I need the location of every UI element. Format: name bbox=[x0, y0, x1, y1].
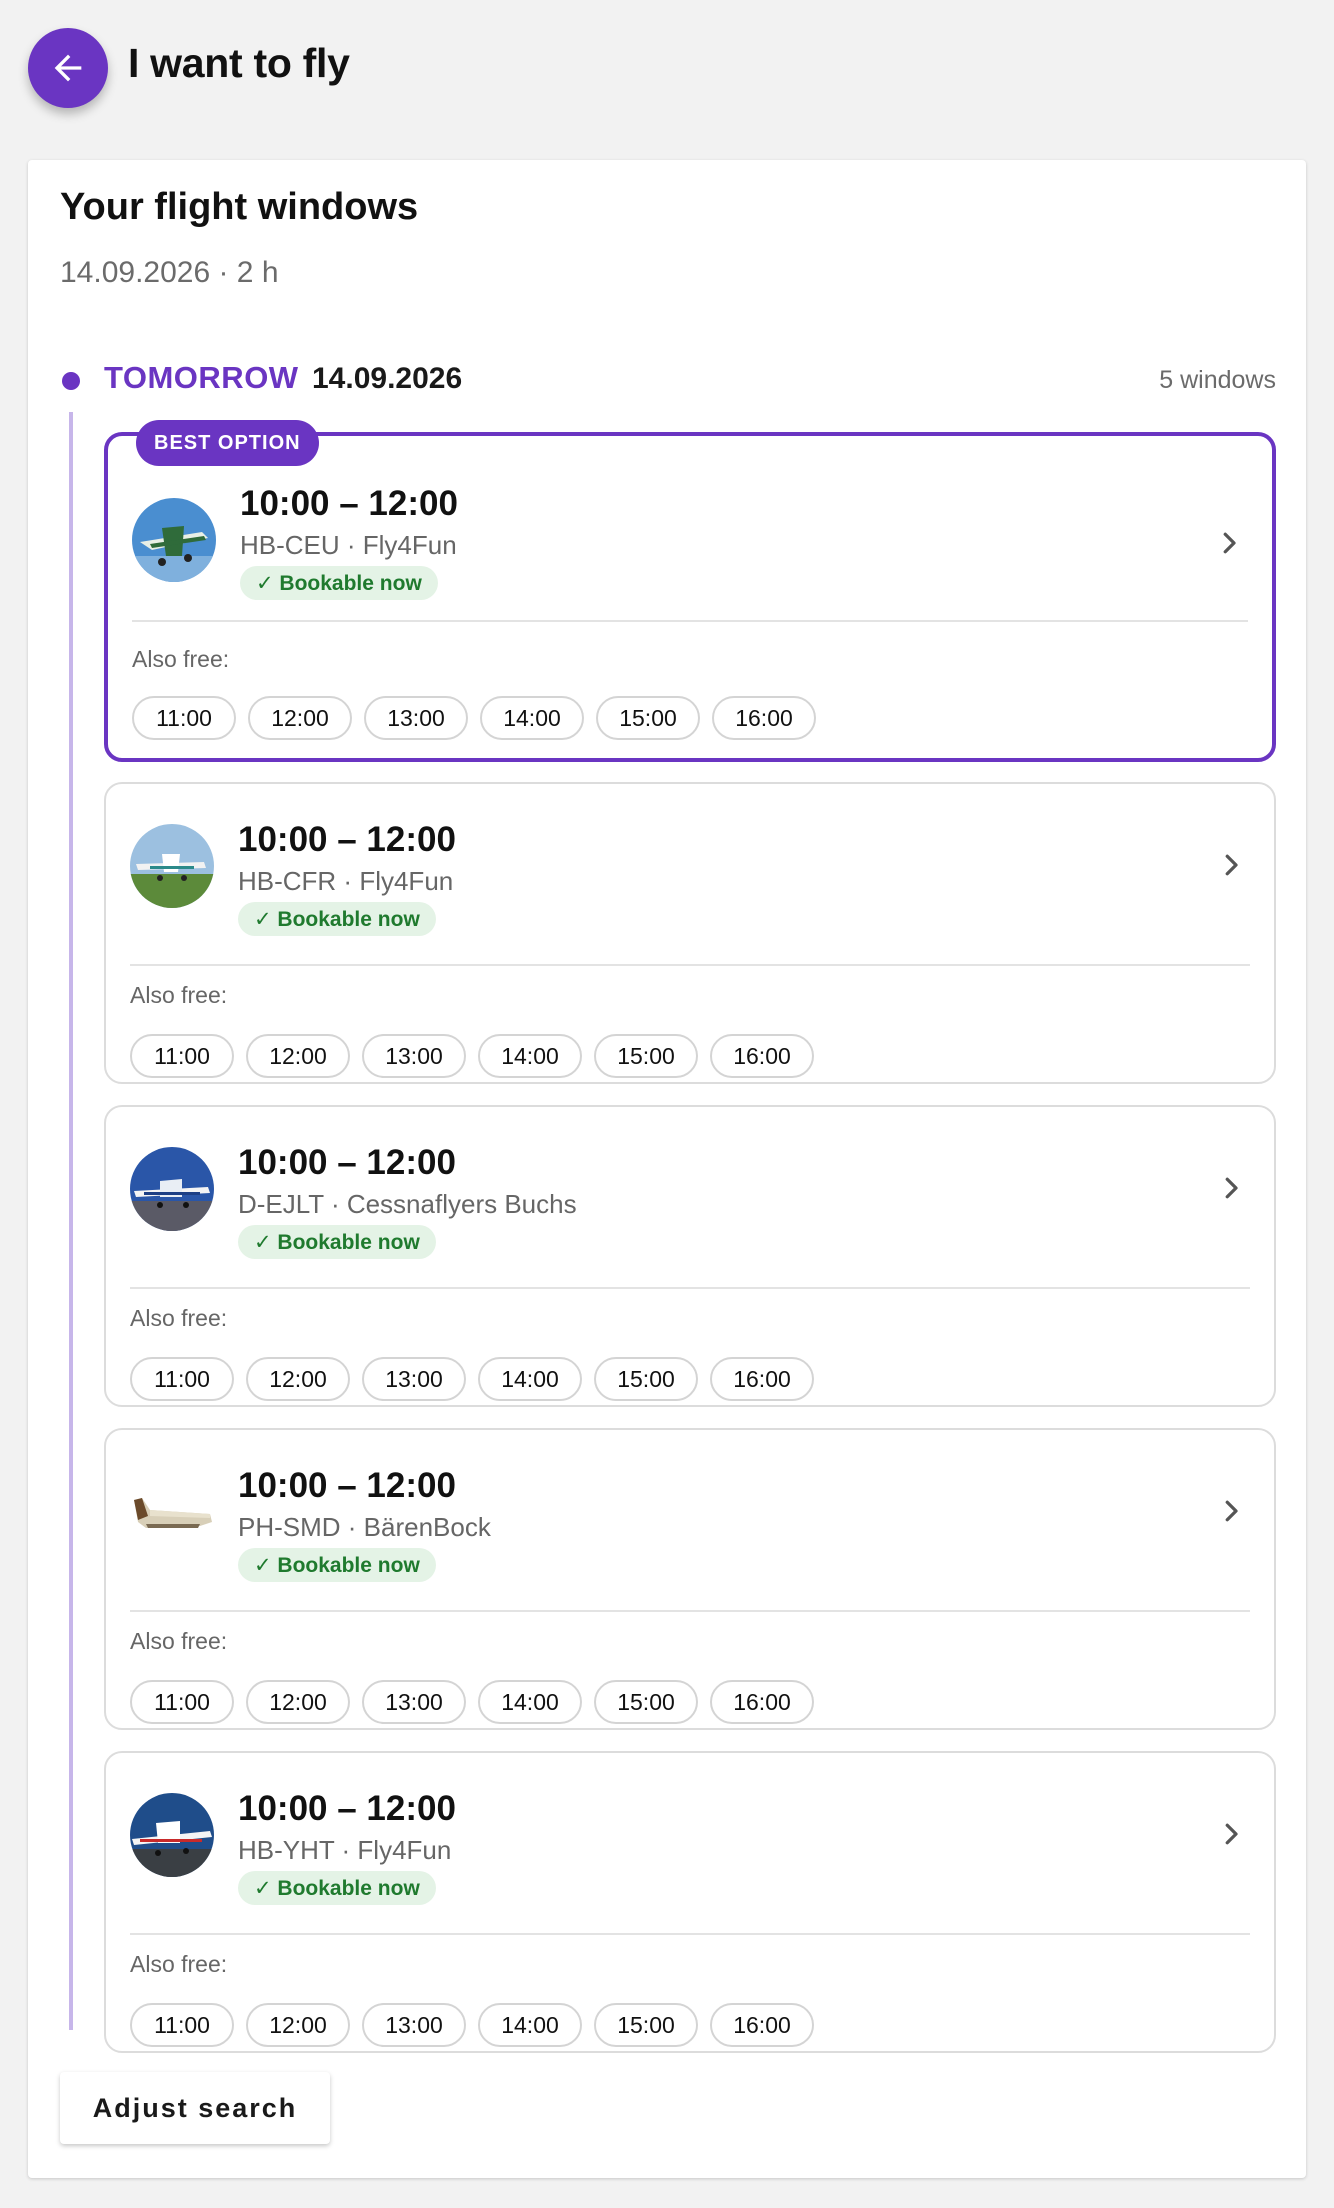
time-slot-chip[interactable]: 12:00 bbox=[246, 1034, 350, 1078]
time-slot-chip[interactable]: 11:00 bbox=[130, 1034, 234, 1078]
time-slot-chip[interactable]: 13:00 bbox=[362, 1034, 466, 1078]
flight-window-card[interactable]: 10:00 – 12:00 HB-YHT · Fly4Fun ✓ Bookabl… bbox=[104, 1751, 1276, 2053]
aircraft-photo bbox=[130, 1147, 214, 1231]
bookable-badge: ✓ Bookable now bbox=[238, 902, 436, 936]
aircraft-photo bbox=[130, 1793, 214, 1877]
chevron-right-icon bbox=[1225, 1177, 1238, 1199]
time-slot-chip[interactable]: 15:00 bbox=[594, 2003, 698, 2047]
time-slot-chip[interactable]: 14:00 bbox=[478, 2003, 582, 2047]
time-slot-chip[interactable]: 14:00 bbox=[478, 1034, 582, 1078]
flight-window-card[interactable]: 10:00 – 12:00 D-EJLT · Cessnaflyers Buch… bbox=[104, 1105, 1276, 1407]
also-free-label: Also free: bbox=[130, 982, 228, 1008]
also-free-label: Also free: bbox=[130, 1951, 228, 1977]
bookable-badge: ✓ Bookable now bbox=[238, 1225, 436, 1259]
aircraft-operator: D-EJLT · Cessnaflyers Buchs bbox=[238, 1189, 577, 1219]
time-slot-list: 11:00 12:00 13:00 14:00 15:00 16:00 bbox=[132, 696, 816, 740]
bookable-badge: ✓ Bookable now bbox=[238, 1548, 436, 1582]
also-free-label: Also free: bbox=[130, 1628, 228, 1654]
time-slot-chip[interactable]: 16:00 bbox=[712, 696, 816, 740]
aircraft-photo bbox=[132, 498, 216, 582]
timeline-line bbox=[69, 412, 73, 2030]
time-slot-chip[interactable]: 12:00 bbox=[246, 2003, 350, 2047]
flight-window-card[interactable]: 10:00 – 12:00 PH-SMD · BärenBock ✓ Booka… bbox=[104, 1428, 1276, 1730]
time-slot-chip[interactable]: 12:00 bbox=[248, 696, 352, 740]
back-button[interactable] bbox=[28, 28, 108, 108]
time-slot-chip[interactable]: 15:00 bbox=[594, 1034, 698, 1078]
window-count: 5 windows bbox=[1159, 366, 1276, 394]
aircraft-operator: HB-CEU · Fly4Fun bbox=[240, 530, 457, 560]
divider bbox=[130, 1610, 1250, 1612]
divider bbox=[130, 1287, 1250, 1289]
time-slot-list: 11:00 12:00 13:00 14:00 15:00 16:00 bbox=[130, 1357, 814, 1401]
time-slot-chip[interactable]: 16:00 bbox=[710, 1357, 814, 1401]
time-slot-chip[interactable]: 11:00 bbox=[130, 2003, 234, 2047]
time-slot-chip[interactable]: 13:00 bbox=[362, 1680, 466, 1724]
aircraft-operator: HB-YHT · Fly4Fun bbox=[238, 1835, 452, 1865]
time-slot-chip[interactable]: 16:00 bbox=[710, 1680, 814, 1724]
window-time-range: 10:00 – 12:00 bbox=[238, 820, 456, 859]
window-time-range: 10:00 – 12:00 bbox=[240, 484, 458, 523]
app-bar: I want to fly bbox=[0, 0, 1334, 140]
time-slot-chip[interactable]: 12:00 bbox=[246, 1680, 350, 1724]
page-title: I want to fly bbox=[128, 40, 350, 86]
chevron-right-icon bbox=[1225, 1823, 1238, 1845]
aircraft-photo bbox=[130, 824, 214, 908]
time-slot-chip[interactable]: 12:00 bbox=[246, 1357, 350, 1401]
time-slot-chip[interactable]: 15:00 bbox=[594, 1357, 698, 1401]
divider bbox=[130, 964, 1250, 966]
time-slot-chip[interactable]: 14:00 bbox=[478, 1357, 582, 1401]
time-slot-list: 11:00 12:00 13:00 14:00 15:00 16:00 bbox=[130, 1034, 814, 1078]
chevron-right-icon bbox=[1223, 532, 1236, 554]
flight-window-card[interactable]: 10:00 – 12:00 HB-CFR · Fly4Fun ✓ Bookabl… bbox=[104, 782, 1276, 1084]
divider bbox=[130, 1933, 1250, 1935]
time-slot-chip[interactable]: 11:00 bbox=[132, 696, 236, 740]
time-slot-chip[interactable]: 15:00 bbox=[596, 696, 700, 740]
section-subtitle: 14.09.2026 · 2 h bbox=[60, 256, 279, 289]
time-slot-list: 11:00 12:00 13:00 14:00 15:00 16:00 bbox=[130, 1680, 814, 1724]
aircraft-operator: HB-CFR · Fly4Fun bbox=[238, 866, 454, 896]
aircraft-photo bbox=[130, 1470, 214, 1554]
also-free-label: Also free: bbox=[130, 1305, 228, 1331]
day-date: 14.09.2026 bbox=[312, 362, 463, 395]
day-label: TOMORROW bbox=[104, 360, 299, 395]
window-time-range: 10:00 – 12:00 bbox=[238, 1143, 456, 1182]
window-time-range: 10:00 – 12:00 bbox=[238, 1789, 456, 1828]
time-slot-chip[interactable]: 13:00 bbox=[362, 1357, 466, 1401]
time-slot-chip[interactable]: 15:00 bbox=[594, 1680, 698, 1724]
chevron-right-icon bbox=[1225, 854, 1238, 876]
flight-windows-card: Your flight windows 14.09.2026 · 2 h TOM… bbox=[28, 160, 1306, 2178]
arrow-left-icon bbox=[54, 54, 82, 82]
time-slot-chip[interactable]: 16:00 bbox=[710, 1034, 814, 1078]
time-slot-chip[interactable]: 11:00 bbox=[130, 1357, 234, 1401]
window-time-range: 10:00 – 12:00 bbox=[238, 1466, 456, 1505]
aircraft-operator: PH-SMD · BärenBock bbox=[238, 1512, 491, 1542]
time-slot-chip[interactable]: 14:00 bbox=[478, 1680, 582, 1724]
bookable-badge: ✓ Bookable now bbox=[238, 1871, 436, 1905]
time-slot-chip[interactable]: 13:00 bbox=[362, 2003, 466, 2047]
also-free-label: Also free: bbox=[132, 646, 230, 672]
bookable-badge: ✓ Bookable now bbox=[240, 566, 438, 600]
best-option-badge: BEST OPTION bbox=[136, 420, 319, 466]
section-title: Your flight windows bbox=[60, 186, 419, 228]
time-slot-chip[interactable]: 13:00 bbox=[364, 696, 468, 740]
flight-window-card[interactable]: BEST OPTION 10:00 – 12:00 HB-CEU · Fly4F… bbox=[104, 420, 1276, 762]
time-slot-chip[interactable]: 11:00 bbox=[130, 1680, 234, 1724]
chevron-right-icon bbox=[1225, 1500, 1238, 1522]
adjust-search-button[interactable]: Adjust search bbox=[60, 2072, 330, 2144]
time-slot-chip[interactable]: 16:00 bbox=[710, 2003, 814, 2047]
timeline-dot bbox=[62, 372, 80, 390]
time-slot-list: 11:00 12:00 13:00 14:00 15:00 16:00 bbox=[130, 2003, 814, 2047]
time-slot-chip[interactable]: 14:00 bbox=[480, 696, 584, 740]
divider bbox=[132, 620, 1248, 622]
